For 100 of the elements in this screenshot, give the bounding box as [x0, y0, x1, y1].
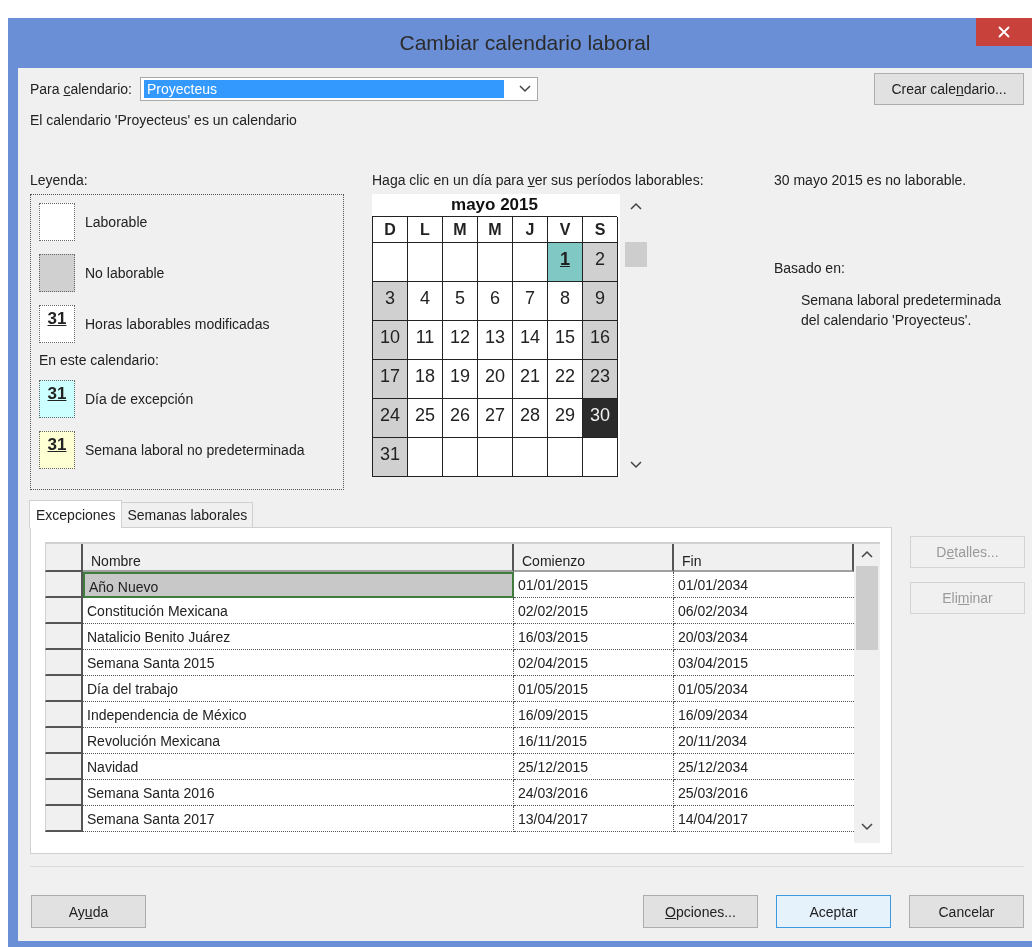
calendar-day[interactable]: 1 [548, 243, 583, 282]
weekday-header: D [373, 217, 408, 243]
calendar-day[interactable]: 26 [443, 399, 478, 438]
table-cell: 16/09/2015 [514, 702, 674, 728]
scrollbar[interactable] [854, 544, 880, 843]
month-title: mayo 2015 [450, 194, 539, 216]
calendar-day[interactable]: 14 [513, 321, 548, 360]
row-header[interactable] [45, 728, 83, 754]
calendar-day[interactable]: 29 [548, 399, 583, 438]
calendar-day[interactable]: 11 [408, 321, 443, 360]
calendar-day[interactable]: 5 [443, 282, 478, 321]
close-button[interactable] [976, 18, 1032, 46]
selected-value: Proyecteus [143, 80, 504, 98]
legend-label: Laborable [85, 214, 148, 230]
calendar-label: Para calendario: [30, 81, 132, 97]
column-header[interactable]: Comienzo [514, 544, 674, 572]
calendar-day[interactable]: 19 [443, 360, 478, 399]
legend-label: No laborable [85, 265, 165, 281]
calendar-day[interactable]: 21 [513, 360, 548, 399]
scroll-thumb[interactable] [625, 242, 647, 267]
table-cell: Revolución Mexicana [83, 728, 514, 754]
column-header[interactable]: Nombre [83, 544, 514, 572]
weekday-header: J [513, 217, 548, 243]
column-header[interactable]: Fin [674, 544, 854, 572]
table-cell: 01/05/2015 [514, 676, 674, 702]
table-cell: 02/02/2015 [514, 598, 674, 624]
calendar-day[interactable]: 2 [583, 243, 618, 282]
calendar-day[interactable]: 27 [478, 399, 513, 438]
scroll-down-icon[interactable] [861, 823, 873, 831]
calendar-day[interactable]: 10 [373, 321, 408, 360]
legend-swatch: 31 [39, 380, 75, 418]
calendar-day[interactable]: 30 [583, 399, 618, 438]
calendar-instruction: Haga clic en un día para ver sus períodos laborables: [372, 172, 705, 188]
calendar-day[interactable]: 22 [548, 360, 583, 399]
row-header[interactable] [45, 650, 83, 676]
cancel-button[interactable]: Cancelar [909, 895, 1024, 928]
legend-title: Leyenda: [30, 172, 89, 188]
calendar-day[interactable]: 8 [548, 282, 583, 321]
options-button[interactable]: Opciones... [643, 895, 758, 928]
calendar-day[interactable]: 23 [583, 360, 618, 399]
calendar-day[interactable]: 12 [443, 321, 478, 360]
table-cell: Natalicio Benito Juárez [83, 624, 514, 650]
calendar-day[interactable]: 3 [373, 282, 408, 321]
row-header[interactable] [45, 780, 83, 806]
weekday-header: L [408, 217, 443, 243]
table-cell: Día del trabajo [83, 676, 514, 702]
close-icon [998, 26, 1010, 38]
legend-swatch [39, 254, 75, 292]
table-cell: 24/03/2016 [514, 780, 674, 806]
calendar-day[interactable]: 4 [408, 282, 443, 321]
legend-label: Horas laborables modificadas [85, 316, 270, 332]
row-header[interactable] [45, 572, 83, 598]
scroll-up-icon[interactable] [861, 550, 873, 558]
weekday-header: M [443, 217, 478, 243]
weekday-header: V [548, 217, 583, 243]
calendar-day[interactable]: 20 [478, 360, 513, 399]
row-header[interactable] [45, 754, 83, 780]
calendar-day[interactable]: 16 [583, 321, 618, 360]
table-cell: 16/11/2015 [514, 728, 674, 754]
table-cell: 02/04/2015 [514, 650, 674, 676]
create-calendar-button[interactable]: Crear calendario... [874, 73, 1024, 105]
calendar-day[interactable]: 18 [408, 360, 443, 399]
calendar-description: El calendario 'Proyecteus' es un calendario [30, 112, 298, 128]
tab[interactable]: Semanas laborales [121, 502, 254, 527]
weekday-header: S [583, 217, 618, 243]
legend-label: Día de excepción [85, 391, 194, 407]
scroll-up-icon[interactable] [630, 202, 642, 210]
weekday-header: M [478, 217, 513, 243]
calendar-day[interactable]: 17 [373, 360, 408, 399]
row-header[interactable] [45, 598, 83, 624]
table-cell: Navidad [83, 754, 514, 780]
calendar-day[interactable]: 9 [583, 282, 618, 321]
table-cell: Constitución Mexicana [83, 598, 514, 624]
row-header[interactable] [45, 624, 83, 650]
legend-heading: En este calendario: [39, 352, 160, 368]
calendar-day[interactable]: 24 [373, 399, 408, 438]
scroll-down-icon[interactable] [630, 461, 642, 469]
based-on-text: Semana laboral predeterminada del calendario 'Proyecteus'. [801, 291, 1002, 330]
calendar-day[interactable]: 13 [478, 321, 513, 360]
scroll-thumb[interactable] [856, 566, 878, 650]
calendar-day[interactable]: 15 [548, 321, 583, 360]
row-header[interactable] [45, 702, 83, 728]
calendar-day[interactable]: 28 [513, 399, 548, 438]
row-header[interactable] [45, 676, 83, 702]
legend-label: Semana laboral no predeterminada [85, 442, 305, 458]
help-button[interactable]: Ayuda [31, 895, 146, 928]
day-status: 30 mayo 2015 es no laborable. [774, 172, 968, 188]
table-cell: Año Nuevo [83, 572, 514, 598]
calendar-day[interactable]: 7 [513, 282, 548, 321]
calendar-day[interactable]: 6 [478, 282, 513, 321]
based-on-label: Basado en: [774, 260, 846, 276]
calendar-day[interactable]: 31 [373, 438, 408, 477]
calendar-day[interactable]: 25 [408, 399, 443, 438]
table-cell: Semana Santa 2016 [83, 780, 514, 806]
tab[interactable]: Excepciones [29, 500, 123, 528]
row-header[interactable] [45, 806, 83, 832]
row-header [45, 544, 83, 572]
ok-button[interactable]: Aceptar [776, 895, 891, 928]
legend-swatch [39, 203, 75, 241]
legend-swatch: 31 [39, 305, 75, 343]
